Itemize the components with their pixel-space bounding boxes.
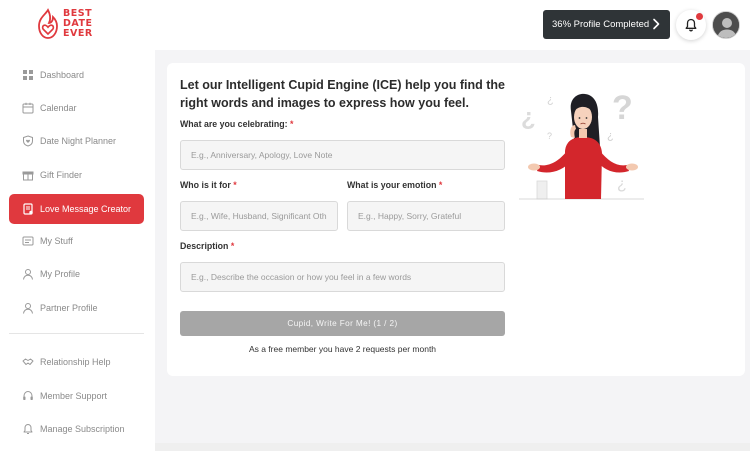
placeholder-text: E.g., Wife, Husband, Significant Oth xyxy=(191,211,327,221)
card-icon xyxy=(22,236,34,246)
emotion-label: What is your emotion * xyxy=(347,180,443,190)
cupid-write-button[interactable]: Cupid, Write For Me! (1 / 2) xyxy=(180,311,505,336)
description-input[interactable]: E.g., Describe the occasion or how you f… xyxy=(180,262,505,292)
sidebar-item-label: Partner Profile xyxy=(40,303,98,313)
svg-text:¿: ¿ xyxy=(521,104,536,131)
free-member-note: As a free member you have 2 requests per… xyxy=(248,344,437,354)
sidebar-item-member-support[interactable]: Member Support xyxy=(9,381,144,411)
emotion-input[interactable]: E.g., Happy, Sorry, Grateful xyxy=(347,201,505,231)
sidebar: Dashboard Calendar Date Night Planner Gi… xyxy=(0,50,155,451)
placeholder-text: E.g., Happy, Sorry, Grateful xyxy=(358,211,462,221)
flame-heart-icon xyxy=(38,8,58,39)
brand-logo[interactable]: BEST DATE EVER xyxy=(36,6,96,44)
cupid-write-label: Cupid, Write For Me! (1 / 2) xyxy=(287,319,398,328)
placeholder-text: E.g., Anniversary, Apology, Love Note xyxy=(191,150,333,160)
grid-icon xyxy=(23,70,33,80)
placeholder-text: E.g., Describe the occasion or how you f… xyxy=(191,272,412,282)
required-marker: * xyxy=(290,119,294,129)
default-avatar-icon xyxy=(713,12,739,38)
sidebar-item-gift-finder[interactable]: Gift Finder xyxy=(9,160,144,190)
sidebar-item-label: Dashboard xyxy=(40,70,85,80)
required-marker: * xyxy=(233,180,237,190)
sidebar-item-manage-subscription[interactable]: Manage Subscription xyxy=(9,414,144,444)
sidebar-item-calendar[interactable]: Calendar xyxy=(9,93,144,123)
page-bottom-strip xyxy=(155,443,750,451)
svg-text:?: ? xyxy=(547,131,552,141)
celebrating-input[interactable]: E.g., Anniversary, Apology, Love Note xyxy=(180,140,505,170)
sidebar-item-my-profile[interactable]: My Profile xyxy=(9,259,144,289)
user-icon xyxy=(23,303,33,314)
sidebar-item-label: Calendar xyxy=(40,103,77,113)
svg-text:¿: ¿ xyxy=(547,94,554,106)
user-avatar[interactable] xyxy=(712,11,740,39)
sidebar-item-label: Manage Subscription xyxy=(40,424,125,434)
love-message-form-card: Let our Intelligent Cupid Engine (ICE) h… xyxy=(167,63,745,376)
bell-icon xyxy=(685,18,697,32)
sidebar-item-date-night-planner[interactable]: Date Night Planner xyxy=(9,126,144,156)
chevron-right-icon xyxy=(653,18,660,30)
sidebar-item-dashboard[interactable]: Dashboard xyxy=(9,60,144,90)
sidebar-item-label: Gift Finder xyxy=(40,170,83,180)
sidebar-item-label: Love Message Creator xyxy=(40,204,132,214)
message-icon xyxy=(23,203,33,215)
description-label: Description * xyxy=(180,241,235,251)
sidebar-item-relationship-help[interactable]: Relationship Help xyxy=(9,347,144,377)
required-marker: * xyxy=(438,180,443,190)
svg-text:¿: ¿ xyxy=(617,176,627,193)
headset-icon xyxy=(23,390,33,400)
profile-completion-button[interactable]: 36% Profile Completed xyxy=(543,10,670,39)
sidebar-item-label: Relationship Help xyxy=(40,357,111,367)
calendar-icon xyxy=(22,102,34,114)
who-input[interactable]: E.g., Wife, Husband, Significant Oth xyxy=(180,201,338,231)
brand-wordmark: BEST DATE EVER xyxy=(63,8,93,39)
sidebar-item-partner-profile[interactable]: Partner Profile xyxy=(9,293,144,323)
sidebar-item-label: Member Support xyxy=(40,391,108,401)
shield-heart-icon xyxy=(23,135,33,147)
confused-woman-illustration: ? ¿ ? ¿ ¿ ¿ xyxy=(519,89,644,200)
notification-dot xyxy=(696,13,703,20)
top-header: BEST DATE EVER 36% Profile Completed xyxy=(0,0,750,50)
notifications-button[interactable] xyxy=(676,10,706,40)
svg-text:¿: ¿ xyxy=(607,130,614,142)
who-label: Who is it for * xyxy=(180,180,237,190)
sidebar-item-my-stuff[interactable]: My Stuff xyxy=(9,226,144,256)
user-icon xyxy=(23,269,33,280)
svg-text:?: ? xyxy=(612,89,633,127)
sidebar-item-label: My Stuff xyxy=(40,236,73,246)
page-title: Let our Intelligent Cupid Engine (ICE) h… xyxy=(180,78,505,110)
bell-icon xyxy=(23,424,33,434)
profile-completion-label: 36% Profile Completed xyxy=(552,19,650,30)
sidebar-item-love-message-creator[interactable]: Love Message Creator xyxy=(9,194,144,224)
celebrating-label: What are you celebrating: * xyxy=(180,119,294,129)
required-marker: * xyxy=(230,241,235,251)
sidebar-item-label: My Profile xyxy=(40,269,81,279)
sidebar-divider xyxy=(9,333,144,334)
handshake-icon xyxy=(22,358,34,365)
sidebar-item-label: Date Night Planner xyxy=(40,136,117,146)
gift-icon xyxy=(22,171,34,181)
